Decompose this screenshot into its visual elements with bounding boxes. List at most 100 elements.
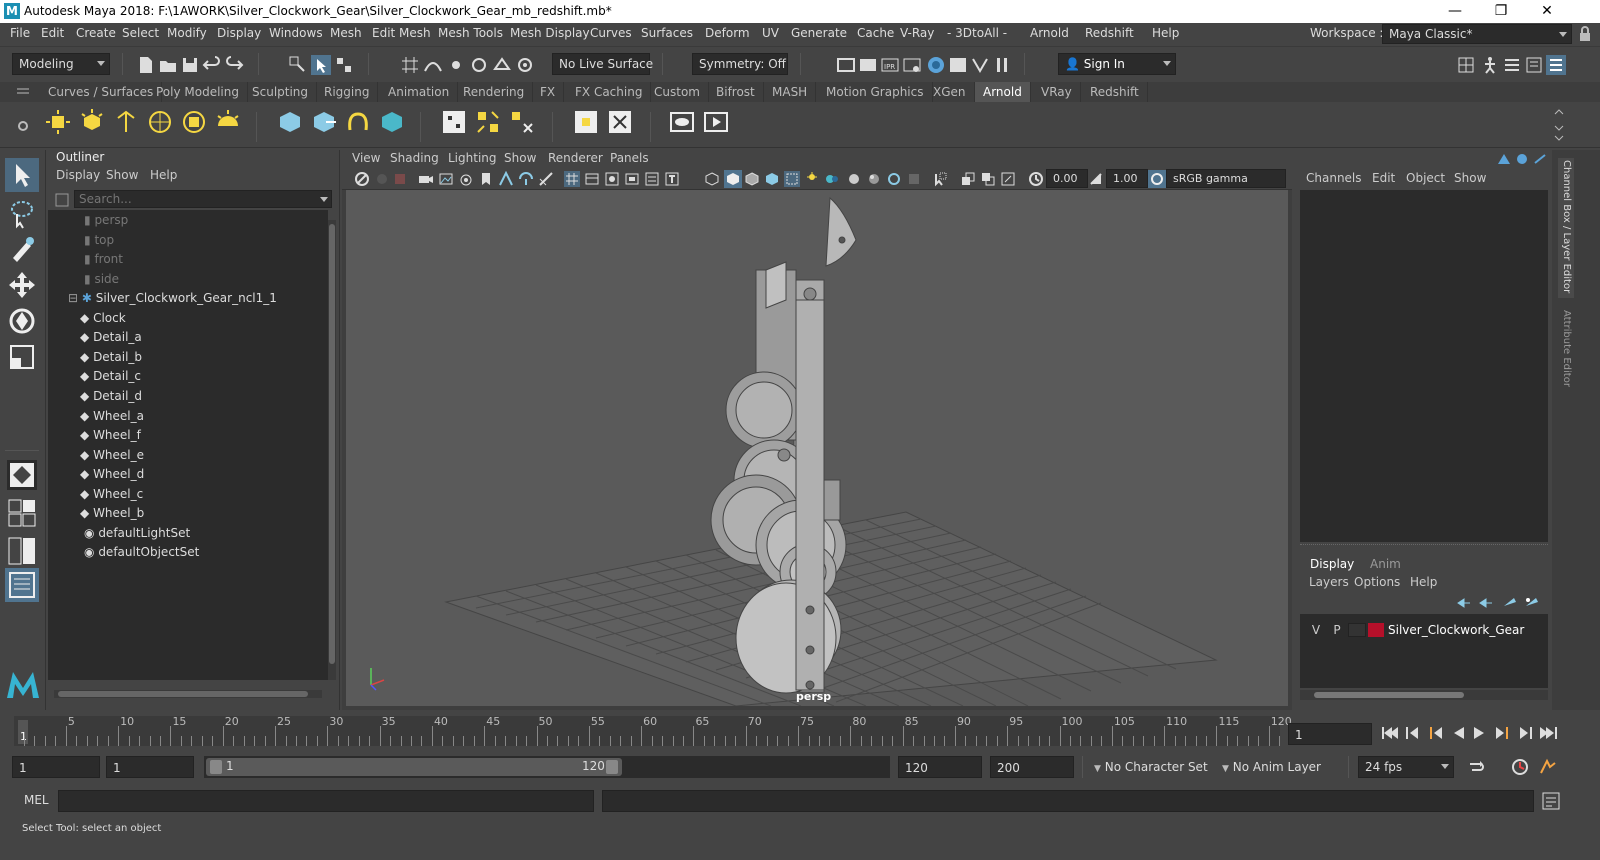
step-back-key-icon[interactable] xyxy=(1430,727,1442,739)
channels-menu-object[interactable]: Object xyxy=(1406,171,1445,185)
open-scene-icon[interactable] xyxy=(158,55,178,75)
outliner-item-side[interactable]: ▮ side xyxy=(84,269,119,289)
menu-mesh-tools[interactable]: Mesh Tools xyxy=(438,26,503,40)
snap-curve-icon[interactable] xyxy=(423,55,443,75)
outliner-item-detail-d[interactable]: ◆ Detail_d xyxy=(80,386,142,406)
camera-icon[interactable] xyxy=(418,171,434,187)
maximize-button[interactable]: ❐ xyxy=(1478,0,1524,23)
range-slider-bar[interactable]: 1 120 xyxy=(206,758,622,776)
attribute-toggle-icon[interactable] xyxy=(1532,152,1548,166)
shelf-tab-xgen[interactable]: XGen xyxy=(925,82,975,102)
menu-cache[interactable]: Cache xyxy=(857,26,894,40)
script-editor-icon[interactable] xyxy=(1542,792,1560,810)
shelf-tab-redshift[interactable]: Redshift xyxy=(1082,82,1148,102)
volume-icon[interactable] xyxy=(378,108,406,136)
render-view-window-icon[interactable] xyxy=(440,108,468,136)
bookmarks-icon[interactable] xyxy=(478,171,494,187)
photometric-light-icon[interactable] xyxy=(112,108,140,136)
menu-edit[interactable]: Edit xyxy=(41,26,64,40)
range-slider[interactable]: 1 120 xyxy=(204,756,890,778)
modeling-toolkit-icon[interactable] xyxy=(1456,55,1476,75)
physical-sky-icon[interactable] xyxy=(214,108,242,136)
menu-edit-mesh[interactable]: Edit Mesh xyxy=(372,26,431,40)
shelf-tab-animation[interactable]: Animation xyxy=(380,82,459,102)
channels-menu-edit[interactable]: Edit xyxy=(1372,171,1395,185)
motion-blur-icon[interactable] xyxy=(846,171,862,187)
outliner-item-detail-a[interactable]: ◆ Detail_a xyxy=(80,327,142,347)
outliner-item-clock[interactable]: ◆ Clock xyxy=(80,308,126,328)
skydome-light-icon[interactable] xyxy=(146,108,174,136)
viewport-menu-renderer[interactable]: Renderer xyxy=(548,151,603,165)
snap-live-icon[interactable] xyxy=(515,55,535,75)
animation-start-field[interactable]: 1 xyxy=(12,756,100,778)
outliner-horizontal-scrollbar[interactable] xyxy=(54,690,322,698)
redo-icon[interactable] xyxy=(224,55,244,75)
camera-type-icon[interactable] xyxy=(644,171,660,187)
delete-material-icon[interactable] xyxy=(508,108,536,136)
layers-menu-help[interactable]: Help xyxy=(1410,575,1437,589)
channels-menu-channels[interactable]: Channels xyxy=(1306,171,1362,185)
outliner-item-default-object-set[interactable]: ◉ defaultObjectSet xyxy=(84,542,199,562)
play-backwards-icon[interactable] xyxy=(1454,727,1464,739)
shadows-icon[interactable] xyxy=(804,171,820,187)
text-icon[interactable] xyxy=(664,171,680,187)
viewport-3d-scene[interactable]: persp xyxy=(346,190,1288,706)
go-to-start-icon[interactable] xyxy=(1382,727,1398,739)
select-component-icon[interactable] xyxy=(334,55,354,75)
shelf-menu-icon[interactable] xyxy=(16,86,30,98)
shelf-tab-fx-caching[interactable]: FX Caching xyxy=(567,82,652,102)
tx-manager-icon[interactable] xyxy=(606,108,634,136)
xray-icon[interactable] xyxy=(932,171,948,187)
menu-modify[interactable]: Modify xyxy=(167,26,207,40)
layers-menu-options[interactable]: Options xyxy=(1354,575,1400,589)
layers-tab-anim[interactable]: Anim xyxy=(1370,557,1401,571)
select-hierarchy-icon[interactable] xyxy=(288,55,308,75)
menu-windows[interactable]: Windows xyxy=(269,26,323,40)
layers-menu-layers[interactable]: Layers xyxy=(1309,575,1349,589)
attribute-editor-icon[interactable] xyxy=(1502,55,1522,75)
wireframe-on-shaded-icon[interactable] xyxy=(744,171,760,187)
menu-deform[interactable]: Deform xyxy=(705,26,750,40)
character-set-dropdown[interactable]: ▼ No Character Set xyxy=(1094,756,1224,778)
xray-components-icon[interactable] xyxy=(980,171,996,187)
select-tool-icon[interactable] xyxy=(5,158,39,192)
command-language-label[interactable]: MEL xyxy=(24,793,49,807)
play-forwards-icon[interactable] xyxy=(1474,727,1484,739)
light-portal-icon[interactable] xyxy=(180,108,208,136)
screen-space-ao-icon[interactable] xyxy=(824,171,840,187)
save-scene-icon[interactable] xyxy=(180,55,200,75)
step-forward-frame-icon[interactable] xyxy=(1520,727,1532,739)
gate-mask-icon[interactable] xyxy=(564,171,580,187)
layer-editor-toggle-icon[interactable] xyxy=(1514,152,1530,166)
human-ik-icon[interactable] xyxy=(1480,55,1500,75)
outliner-item-top[interactable]: ▮ top xyxy=(84,230,114,250)
outliner-item-wheel-b[interactable]: ◆ Wheel_b xyxy=(80,503,144,523)
paint-select-tool-icon[interactable] xyxy=(5,232,39,266)
menu-vray[interactable]: V-Ray xyxy=(900,26,934,40)
vray-icon[interactable] xyxy=(970,55,990,75)
xray-joints-icon[interactable] xyxy=(960,171,976,187)
step-forward-key-icon[interactable] xyxy=(1496,727,1508,739)
panel-splitter[interactable] xyxy=(1300,544,1548,550)
four-view-layout-icon[interactable] xyxy=(5,496,39,530)
single-perspective-view-icon[interactable] xyxy=(5,458,39,492)
layers-tab-display[interactable]: Display xyxy=(1310,557,1354,571)
outliner-item-wheel-e[interactable]: ◆ Wheel_e xyxy=(80,445,144,465)
go-to-end-icon[interactable] xyxy=(1540,727,1557,739)
shelf-tab-fx[interactable]: FX xyxy=(532,82,565,102)
shelf-tab-arnold[interactable]: Arnold xyxy=(975,82,1031,102)
render-sequence-icon[interactable] xyxy=(858,55,878,75)
menu-display[interactable]: Display xyxy=(217,26,261,40)
menu-file[interactable]: File xyxy=(10,26,30,40)
depth-of-field-icon[interactable] xyxy=(886,171,902,187)
shelf-tab-rigging[interactable]: Rigging xyxy=(316,82,379,102)
lock-icon[interactable] xyxy=(1578,26,1592,42)
snap-surface-icon[interactable] xyxy=(492,55,512,75)
outliner-item-detail-b[interactable]: ◆ Detail_b xyxy=(80,347,142,367)
texture-manager-icon[interactable] xyxy=(572,108,600,136)
loop-icon[interactable] xyxy=(1466,758,1486,776)
fps-dropdown[interactable]: 24 fps xyxy=(1358,756,1454,778)
mesh-light-icon[interactable] xyxy=(78,108,106,136)
time-slider[interactable]: 1 51015202530354045505560657075808590951… xyxy=(14,715,1292,746)
bookmark-icon[interactable] xyxy=(392,171,408,187)
